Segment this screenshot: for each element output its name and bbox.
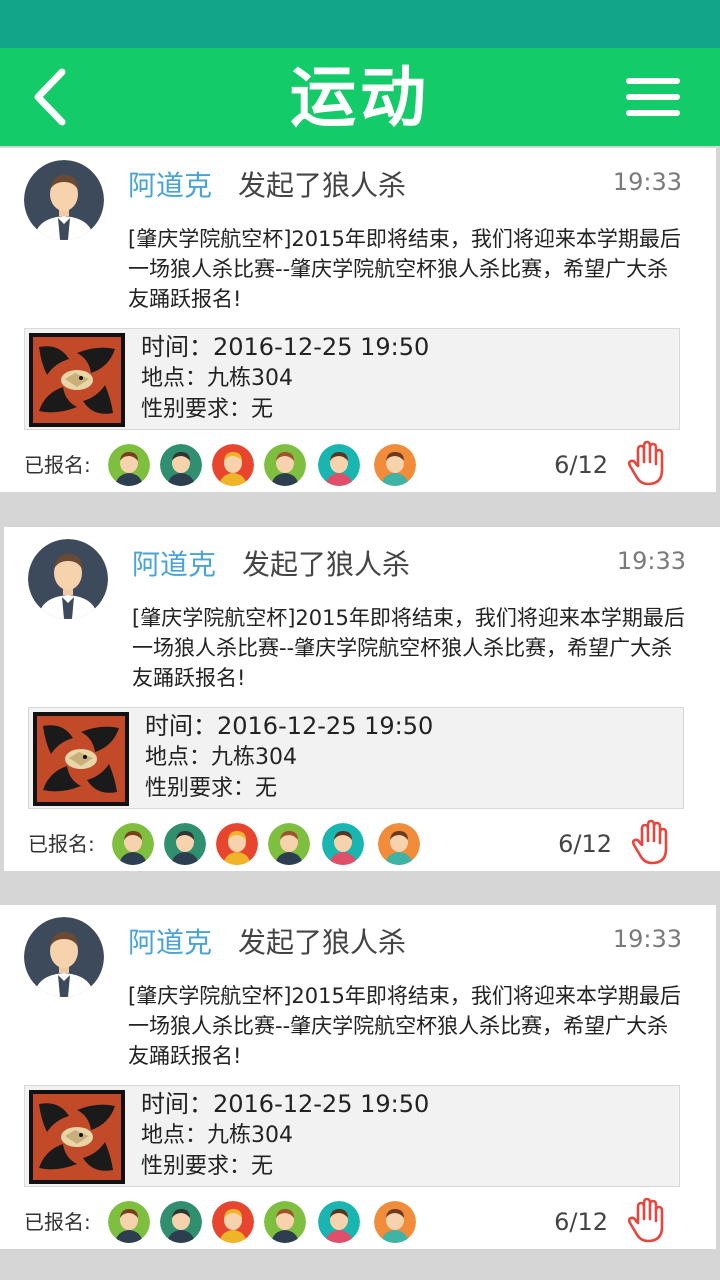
join-button[interactable]: [630, 819, 674, 865]
author-avatar[interactable]: [24, 917, 104, 997]
participant-avatar[interactable]: [322, 823, 364, 865]
event-time: 时间：2016-12-25 19:50: [141, 1090, 430, 1118]
participant-avatar[interactable]: [318, 1201, 360, 1243]
event-info[interactable]: 时间：2016-12-25 19:50 地点：九栋304 性别要求：无: [24, 328, 680, 430]
post-action: 发起了狼人杀: [238, 169, 407, 202]
participant-avatar[interactable]: [216, 823, 258, 865]
page-title: 运动: [290, 59, 430, 136]
menu-button[interactable]: [622, 74, 684, 120]
author-avatar[interactable]: [24, 160, 104, 240]
event-time: 时间：2016-12-25 19:50: [145, 712, 434, 740]
author-avatar[interactable]: [28, 539, 108, 619]
participant-count: 6/12: [558, 830, 612, 858]
participant-avatar[interactable]: [160, 444, 202, 486]
status-bar: [0, 0, 720, 48]
participant-avatar[interactable]: [112, 823, 154, 865]
event-gender-requirement: 性别要求：无: [141, 1154, 274, 1179]
post-action: 发起了狼人杀: [242, 548, 411, 581]
event-time: 时间：2016-12-25 19:50: [141, 333, 430, 361]
post-description: [肇庆学院航空杯]2015年即将结束，我们将迎来本学期最后一场狼人杀比赛--肇庆…: [128, 227, 681, 311]
raised-hand-icon: [627, 1197, 664, 1243]
menu-icon-line: [626, 110, 680, 116]
join-button[interactable]: [626, 440, 670, 486]
participant-avatar[interactable]: [374, 1201, 416, 1243]
participant-avatar[interactable]: [160, 1201, 202, 1243]
event-gender-requirement: 性别要求：无: [145, 776, 278, 801]
author-name[interactable]: 阿道克: [128, 923, 212, 963]
participant-avatar[interactable]: [378, 823, 420, 865]
author-name[interactable]: 阿道克: [132, 545, 216, 585]
join-button[interactable]: [626, 1197, 670, 1243]
registered-label: 已报名:: [24, 453, 91, 477]
participant-avatar[interactable]: [374, 444, 416, 486]
registered-label: 已报名:: [28, 832, 95, 856]
participant-avatar[interactable]: [164, 823, 206, 865]
participant-count: 6/12: [554, 451, 608, 479]
werewolf-game-thumbnail: [29, 1090, 125, 1184]
event-info[interactable]: 时间：2016-12-25 19:50 地点：九栋304 性别要求：无: [24, 1085, 680, 1187]
post-time: 19:33: [612, 925, 682, 953]
werewolf-game-thumbnail: [33, 712, 129, 806]
participant-avatar[interactable]: [268, 823, 310, 865]
participant-avatar[interactable]: [108, 444, 150, 486]
post-action: 发起了狼人杀: [238, 926, 407, 959]
app-header: 运动: [0, 48, 720, 146]
menu-icon-line: [626, 94, 680, 100]
event-info[interactable]: 时间：2016-12-25 19:50 地点：九栋304 性别要求：无: [28, 707, 684, 809]
event-place: 地点：九栋304: [141, 1123, 293, 1148]
raised-hand-icon: [627, 440, 664, 486]
post-card[interactable]: 阿道克 发起了狼人杀 19:33 [肇庆学院航空杯]2015年即将结束，我们将迎…: [4, 527, 720, 871]
registered-label: 已报名:: [24, 1210, 91, 1234]
participant-avatar[interactable]: [318, 444, 360, 486]
participant-avatar[interactable]: [212, 1201, 254, 1243]
author-name[interactable]: 阿道克: [128, 166, 212, 206]
post-time: 19:33: [616, 547, 686, 575]
post-time: 19:33: [612, 168, 682, 196]
participant-avatar[interactable]: [108, 1201, 150, 1243]
post-description: [肇庆学院航空杯]2015年即将结束，我们将迎来本学期最后一场狼人杀比赛--肇庆…: [128, 984, 681, 1068]
raised-hand-icon: [631, 819, 668, 865]
participant-avatar[interactable]: [264, 1201, 306, 1243]
hamburger-menu-icon: [626, 78, 680, 84]
post-description: [肇庆学院航空杯]2015年即将结束，我们将迎来本学期最后一场狼人杀比赛--肇庆…: [132, 606, 685, 690]
werewolf-game-thumbnail: [29, 333, 125, 427]
post-card[interactable]: 阿道克 发起了狼人杀 19:33 [肇庆学院航空杯]2015年即将结束，我们将迎…: [0, 148, 716, 492]
event-gender-requirement: 性别要求：无: [141, 397, 274, 422]
event-place: 地点：九栋304: [145, 745, 297, 770]
participant-avatar[interactable]: [264, 444, 306, 486]
event-place: 地点：九栋304: [141, 366, 293, 391]
post-card[interactable]: 阿道克 发起了狼人杀 19:33 [肇庆学院航空杯]2015年即将结束，我们将迎…: [0, 905, 716, 1249]
participant-count: 6/12: [554, 1208, 608, 1236]
participant-avatar[interactable]: [212, 444, 254, 486]
